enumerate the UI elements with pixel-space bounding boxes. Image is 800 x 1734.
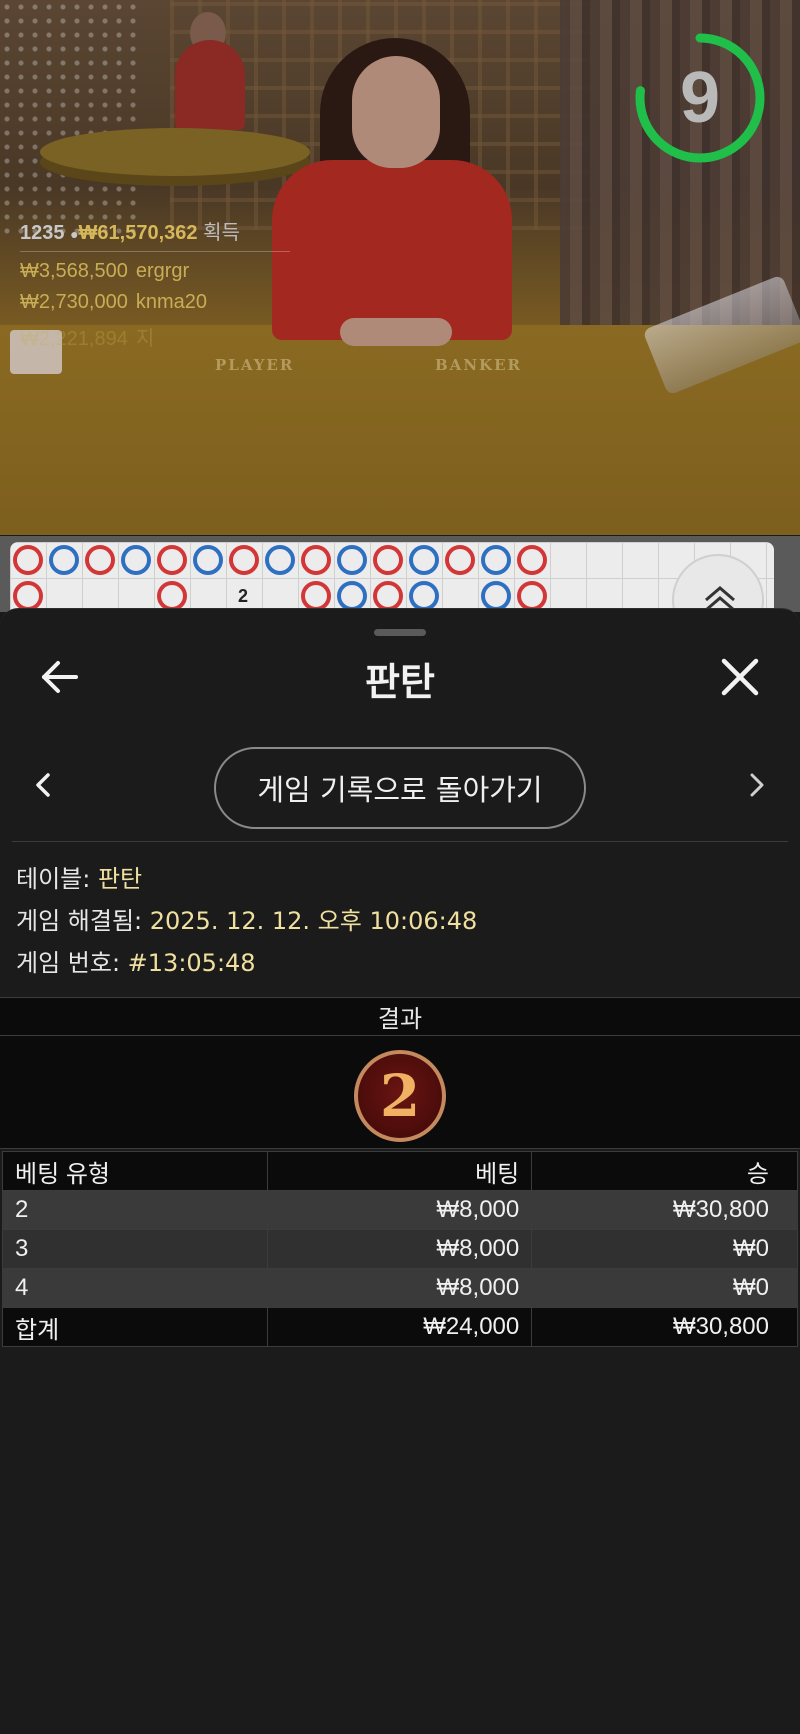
cell-win: ₩30,800 [531, 1190, 798, 1230]
table-value: 판탄 [97, 865, 143, 893]
total-win: ₩30,800 [531, 1307, 798, 1347]
table-header-row: 베팅 유형 베팅 승 [2, 1151, 798, 1191]
roadmap-bead-red [85, 545, 115, 575]
dealer-hands [340, 318, 452, 346]
cell-bet-type: 2 [2, 1190, 268, 1230]
roadmap-bead-red [373, 581, 403, 611]
felt-label-banker: BANKER [435, 356, 522, 374]
back-to-history-button[interactable]: 게임 기록으로 돌아가기 [214, 747, 586, 829]
roadmap-bead-red [301, 581, 331, 611]
result-value: 2 [379, 1062, 421, 1130]
background-table [40, 128, 310, 176]
table-info: 테이블: 판탄 [16, 859, 142, 894]
app: PLAYER BANKER 9 1235 ●₩61,570,362 획득 ₩3,… [0, 0, 800, 1734]
winner-amount: ₩2,730,000 [20, 291, 128, 313]
drag-handle[interactable] [374, 629, 426, 636]
winner-name: 지 [135, 328, 155, 350]
winner-name: ergrgr [135, 260, 190, 282]
roadmap-bead-red [229, 545, 259, 575]
arrow-left-icon [42, 661, 78, 693]
roadmap-bead-blue [481, 581, 511, 611]
roadmap-bead-blue [337, 545, 367, 575]
background-dealer [175, 40, 245, 130]
back-button[interactable] [36, 653, 84, 701]
winner-amount: ₩3,568,500 [20, 260, 128, 282]
winner-row: ₩3,568,500 ergrgr [20, 260, 290, 283]
countdown-timer: 9 [632, 30, 768, 166]
result-ball: 2 [354, 1050, 446, 1142]
divider [12, 841, 788, 842]
winner-row: ₩2,730,000 knma20 [20, 291, 290, 314]
sheet-title: 판탄 [365, 660, 435, 704]
roadmap-bead-blue [121, 545, 151, 575]
total-label: 합계 [2, 1307, 268, 1347]
roadmap-bead-red [301, 545, 331, 575]
total-bet: ₩24,000 [266, 1307, 533, 1347]
cell-bet: ₩8,000 [266, 1229, 533, 1269]
close-icon [721, 658, 759, 696]
table-row: 2 ₩8,000 ₩30,800 [2, 1190, 798, 1230]
roadmap-bead-blue [481, 545, 511, 575]
column-header-bet: 베팅 [266, 1151, 533, 1191]
result-header: 결과 [0, 998, 800, 1036]
game-detail-sheet: 판탄 게임 기록으로 돌아가기 테이블: 판탄 게임 해결됨: 2025. 12… [0, 608, 800, 1734]
cell-bet: ₩8,000 [266, 1268, 533, 1308]
dealer-body [272, 160, 512, 340]
roadmap-grid: 2 [10, 542, 774, 612]
column-header-bet-type: 베팅 유형 [2, 1151, 268, 1191]
game-number-label: 게임 번호: [16, 949, 128, 977]
roadmap-bead-number: 2 [238, 586, 249, 606]
roadmap-bead-red [445, 545, 475, 575]
felt-label-player: PLAYER [215, 356, 295, 374]
resolved-value: 2025. 12. 12. 오후 10:06:48 [149, 907, 478, 935]
bets-table: 베팅 유형 베팅 승 2 ₩8,000 ₩30,800 3 ₩8,000 ₩0 … [2, 1151, 798, 1347]
roadmap-bead-blue [49, 545, 79, 575]
result-section: 결과 2 [0, 997, 800, 1149]
roadmap-bead-blue [337, 581, 367, 611]
cell-win: ₩0 [531, 1268, 798, 1308]
winners-count: 1235 [20, 222, 65, 244]
resolved-info: 게임 해결됨: 2025. 12. 12. 오후 10:06:48 [16, 901, 477, 936]
bead-curtain [0, 0, 140, 240]
roadmap-bead-blue [265, 545, 295, 575]
table-label: 테이블: [16, 865, 98, 893]
winner-name: knma20 [135, 291, 208, 313]
game-number-info: 게임 번호: #13:05:48 [16, 943, 256, 978]
next-game-button[interactable] [738, 767, 774, 803]
table-row: 4 ₩8,000 ₩0 [2, 1268, 798, 1308]
resolved-label: 게임 해결됨: [16, 907, 150, 935]
winner-amount: ₩2,221,894 [20, 328, 128, 350]
roadmap-bead-blue [409, 581, 439, 611]
live-video: PLAYER BANKER 9 1235 ●₩61,570,362 획득 ₩3,… [0, 0, 800, 535]
dealer-face [352, 56, 440, 168]
winners-summary: 1235 ●₩61,570,362 획득 [20, 216, 290, 252]
column-header-win: 승 [531, 1151, 798, 1191]
roadmap-bead-red [157, 581, 187, 611]
roadmap-bead-blue [409, 545, 439, 575]
close-button[interactable] [716, 653, 764, 701]
chevron-left-icon [36, 773, 50, 797]
winners-overlay: 1235 ●₩61,570,362 획득 ₩3,568,500 ergrgr ₩2… [20, 216, 290, 351]
total-row: 합계 ₩24,000 ₩30,800 [2, 1307, 798, 1347]
game-number-value: #13:05:48 [127, 949, 256, 977]
person-icon: ● [70, 226, 79, 242]
roadmap-bead-red [157, 545, 187, 575]
table-row: 3 ₩8,000 ₩0 [2, 1229, 798, 1269]
winner-row: ₩2,221,894 지 [20, 322, 290, 351]
winners-label: 획득 [203, 222, 240, 244]
roadmap-bead-red [517, 545, 547, 575]
cell-bet: ₩8,000 [266, 1190, 533, 1230]
timer-value: 9 [679, 58, 721, 138]
chevron-right-icon [750, 773, 764, 797]
cell-win: ₩0 [531, 1229, 798, 1269]
roadmap-bead-red [13, 581, 43, 611]
roadmap-bead-blue [193, 545, 223, 575]
cell-bet-type: 3 [2, 1229, 268, 1269]
roadmap-bead-red [373, 545, 403, 575]
cell-bet-type: 4 [2, 1268, 268, 1308]
roadmap-bead-red [517, 581, 547, 611]
roadmap-bead-red [13, 545, 43, 575]
previous-game-button[interactable] [26, 767, 62, 803]
winners-total: ₩61,570,362 [78, 222, 198, 244]
